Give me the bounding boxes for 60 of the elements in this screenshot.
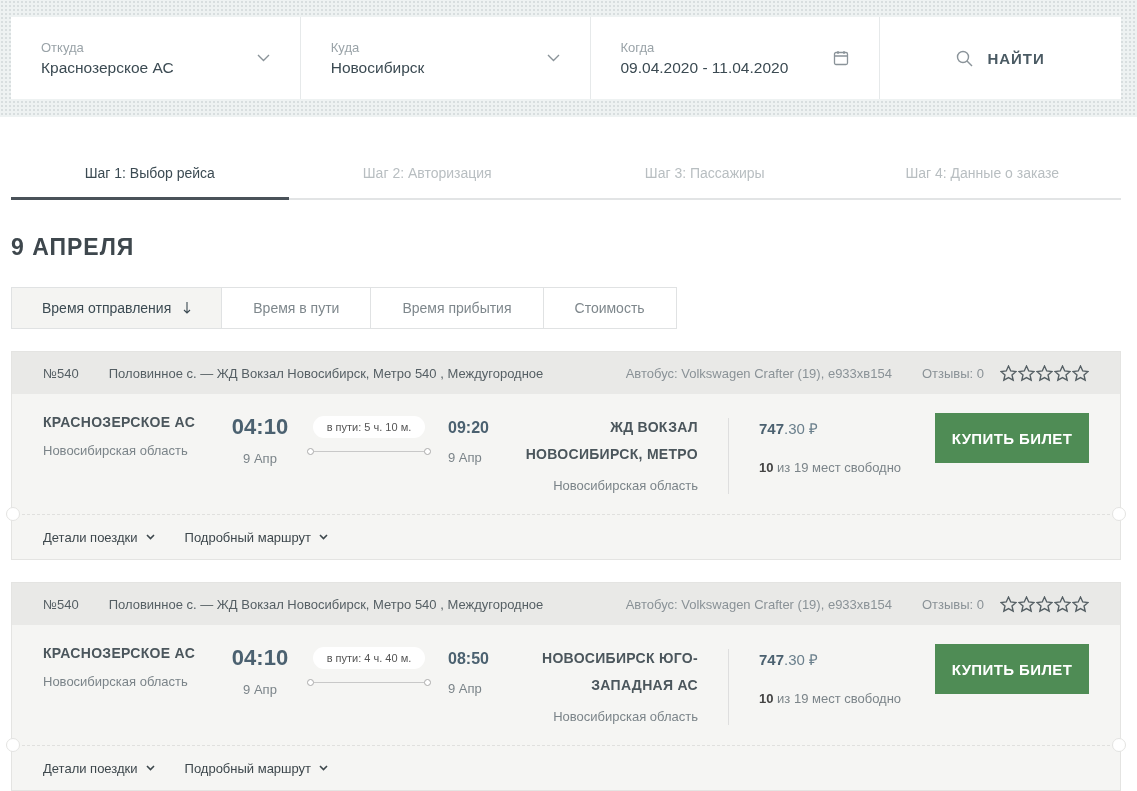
select-field[interactable]: Куда Новосибирск: [300, 17, 591, 99]
star-icon: [1000, 364, 1017, 382]
arrival-time: 08:50: [448, 650, 490, 668]
ticket-price: 747.30 ₽: [759, 650, 820, 669]
arrow-down-icon: [183, 302, 192, 314]
star-icon: [1000, 595, 1017, 613]
arrival-station: НОВОСИБИРСК ЮГО-ЗАПАДНАЯ АС: [540, 649, 698, 695]
sort-tab[interactable]: Время отправления: [12, 288, 223, 328]
reviews-count: Отзывы: 0: [921, 365, 984, 381]
select-field[interactable]: Откуда Краснозерское АС: [11, 17, 301, 99]
star-icon: [1072, 595, 1089, 613]
ticket-price: 747.30 ₽: [759, 419, 820, 438]
departure-region: Новосибирская область: [43, 674, 189, 689]
departure-station: КРАСНОЗЕРСКОЕ АС: [43, 645, 197, 661]
bus-info: Автобус: Volkswagen Crafter (19), е933хв154: [625, 365, 892, 381]
departure-time: 04:10: [231, 414, 289, 440]
chevron-down-icon: [319, 765, 329, 771]
chevron-down-icon: [145, 534, 155, 540]
arrival-date: 9 Апр: [448, 681, 483, 696]
free-seats: 10 из 19 мест свободно: [759, 460, 935, 475]
duration-badge: в пути: 5 ч. 10 м.: [312, 416, 426, 438]
buy-ticket-button[interactable]: КУПИТЬ БИЛЕТ: [935, 644, 1089, 694]
chevron-down-icon: [546, 54, 560, 62]
route-name: Половинное с. — ЖД Вокзал Новосибирск, Метро 540 , Междугородное: [108, 365, 544, 381]
expand-link[interactable]: Детали поездки: [43, 760, 155, 776]
free-seats: 10 из 19 мест свободно: [759, 691, 935, 706]
reviews-count: Отзывы: 0: [921, 596, 984, 612]
star-icon: [1072, 364, 1089, 382]
duration-badge: в пути: 4 ч. 40 м.: [312, 647, 426, 669]
star-icon: [1018, 595, 1035, 613]
bus-info: Автобус: Volkswagen Crafter (19), е933хв154: [625, 596, 892, 612]
trip-number: №540: [43, 365, 79, 381]
star-icon: [1054, 364, 1071, 382]
chevron-down-icon: [256, 54, 270, 62]
departure-station: КРАСНОЗЕРСКОЕ АС: [43, 414, 197, 430]
chevron-down-icon: [145, 765, 155, 771]
expand-link[interactable]: Подробный маршрут: [184, 760, 329, 776]
arrival-station: ЖД ВОКЗАЛ НОВОСИБИРСК, МЕТРО: [524, 418, 698, 464]
arrival-region: Новосибирская область: [553, 478, 698, 493]
departure-region: Новосибирская область: [43, 443, 189, 458]
star-icon: [1018, 364, 1035, 382]
star-icon: [1054, 595, 1071, 613]
departure-time: 04:10: [231, 645, 289, 671]
arrival-time: 09:20: [448, 419, 490, 437]
trip-number: №540: [43, 596, 79, 612]
departure-date: 9 Апр: [243, 451, 277, 466]
chevron-down-icon: [319, 534, 329, 540]
expand-link[interactable]: Детали поездки: [43, 529, 155, 545]
star-icon: [1036, 595, 1053, 613]
date-heading: 9 АПРЕЛЯ: [11, 234, 136, 261]
search-icon: [956, 49, 974, 67]
star-icon: [1036, 364, 1053, 382]
expand-link[interactable]: Подробный маршрут: [184, 529, 329, 545]
arrival-date: 9 Апр: [448, 450, 483, 465]
buy-ticket-button[interactable]: КУПИТЬ БИЛЕТ: [935, 413, 1089, 463]
arrival-region: Новосибирская область: [553, 709, 698, 724]
departure-date: 9 Апр: [243, 682, 277, 697]
step-tab[interactable]: Шаг 1: Выбор рейса: [11, 155, 289, 200]
calendar-icon: [833, 50, 850, 66]
route-name: Половинное с. — ЖД Вокзал Новосибирск, Метро 540 , Междугородное: [108, 596, 544, 612]
